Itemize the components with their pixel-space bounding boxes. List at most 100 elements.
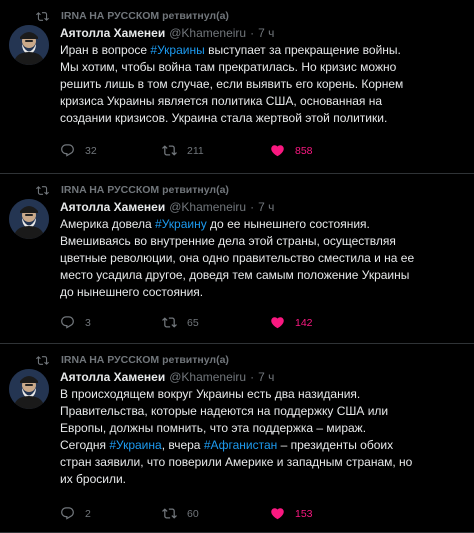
tweet[interactable]: IRNA НА РУССКОМ ретвитнул(а) Аятолла Хаме… bbox=[0, 0, 474, 174]
tweet-text-line: Сегодня #Украина, вчера #Афганистан – пр… bbox=[60, 437, 464, 454]
text-segment: Правительства, которые надеются на подде… bbox=[60, 404, 389, 418]
hashtag-link[interactable]: #Афганистан bbox=[204, 438, 277, 452]
avatar[interactable] bbox=[9, 25, 49, 65]
text-segment: – президенты обоих bbox=[277, 438, 394, 452]
reply-icon bbox=[60, 506, 85, 521]
separator-dot: · bbox=[250, 200, 255, 214]
tweet-text-line: Мы хотим, чтобы война там прекратилась. … bbox=[60, 59, 464, 76]
retweeted-by-label[interactable]: IRNA НА РУССКОМ ретвитнул(а) bbox=[61, 354, 229, 366]
text-segment: выступает за прекращение войны. bbox=[204, 43, 401, 57]
timestamp[interactable]: 7 ч bbox=[258, 370, 274, 384]
tweet-text-line: решить лишь в том случае, если выявить е… bbox=[60, 76, 464, 93]
text-segment: Вмешиваясь во внутренние дела этой стран… bbox=[60, 234, 396, 248]
tweet-text: В происходящем вокруг Украины есть два н… bbox=[60, 386, 464, 488]
avatar[interactable] bbox=[9, 199, 49, 239]
tweet-text: Америка довела #Украину до ее нынешнего … bbox=[60, 216, 464, 301]
hashtag-link[interactable]: #Украину bbox=[155, 217, 207, 231]
retweet-icon bbox=[162, 143, 187, 158]
author-name[interactable]: Аятолла Хаменеи bbox=[60, 370, 165, 384]
retweet-button[interactable]: 211 bbox=[162, 143, 204, 158]
tweet[interactable]: IRNA НА РУССКОМ ретвитнул(а) Аятолла Хаме… bbox=[0, 174, 474, 344]
heart-icon bbox=[270, 315, 295, 330]
tweet-text-line: цветные революции, она одно правительств… bbox=[60, 250, 464, 267]
text-segment: Мы хотим, чтобы война там прекратилась. … bbox=[60, 60, 397, 74]
tweet-text-line: Америка довела #Украину до ее нынешнего … bbox=[60, 216, 464, 233]
text-segment: В происходящем вокруг Украины есть два н… bbox=[60, 387, 361, 401]
tweet-text-line: создании кризисов. Украина стала жертвой… bbox=[60, 110, 464, 127]
text-segment: решить лишь в том случае, если выявить е… bbox=[60, 77, 404, 91]
retweet-count: 65 bbox=[187, 316, 199, 329]
retweet-icon bbox=[36, 10, 61, 23]
retweet-icon bbox=[36, 184, 61, 197]
author-name[interactable]: Аятолла Хаменеи bbox=[60, 26, 165, 40]
reply-count: 32 bbox=[85, 144, 97, 157]
tweet-text-line: Иран в вопросе #Украины выступает за пре… bbox=[60, 42, 464, 59]
text-segment: Сегодня bbox=[60, 438, 110, 452]
tweet-text-line: Правительства, которые надеются на подде… bbox=[60, 403, 464, 420]
tweet-header: Аятолла Хаменеи @Khameneiru · 7 ч bbox=[60, 199, 274, 215]
text-segment: Иран в вопросе bbox=[60, 43, 151, 57]
retweeted-by-label[interactable]: IRNA НА РУССКОМ ретвитнул(а) bbox=[61, 10, 229, 22]
reply-button[interactable]: 32 bbox=[60, 143, 97, 158]
retweet-count: 60 bbox=[187, 507, 199, 520]
tweet-text-line: Вмешиваясь во внутренние дела этой стран… bbox=[60, 233, 464, 250]
retweet-icon bbox=[162, 315, 187, 330]
text-segment: место усадила другое, доведя тем самым п… bbox=[60, 268, 410, 282]
retweet-icon bbox=[36, 354, 61, 367]
like-button[interactable]: 153 bbox=[270, 506, 313, 521]
tweet-text-line: стран заявили, что поверили Америке и за… bbox=[60, 454, 464, 471]
heart-icon bbox=[270, 143, 295, 158]
text-segment: стран заявили, что поверили Америке и за… bbox=[60, 455, 413, 469]
retweet-context[interactable]: IRNA НА РУССКОМ ретвитнул(а) bbox=[36, 8, 229, 24]
avatar[interactable] bbox=[9, 369, 49, 409]
like-button[interactable]: 858 bbox=[270, 143, 313, 158]
hashtag-link[interactable]: #Украины bbox=[150, 43, 204, 57]
reply-count: 3 bbox=[85, 316, 91, 329]
like-count: 858 bbox=[295, 144, 313, 157]
text-segment: Европы, должны помнить, что эта поддержк… bbox=[60, 421, 367, 435]
text-segment: Америка довела bbox=[60, 217, 156, 231]
text-segment: до ее нынешнего состояния. bbox=[206, 217, 370, 231]
retweet-button[interactable]: 60 bbox=[162, 506, 199, 521]
tweet-text-line: их бросили. bbox=[60, 471, 464, 488]
author-name[interactable]: Аятолла Хаменеи bbox=[60, 200, 165, 214]
tweet-header: Аятолла Хаменеи @Khameneiru · 7 ч bbox=[60, 369, 274, 385]
retweet-context[interactable]: IRNA НА РУССКОМ ретвитнул(а) bbox=[36, 352, 229, 368]
retweet-context[interactable]: IRNA НА РУССКОМ ретвитнул(а) bbox=[36, 182, 229, 198]
text-segment: цветные революции, она одно правительств… bbox=[60, 251, 415, 265]
separator-dot: · bbox=[250, 26, 255, 40]
tweet-text-line: до нынешнего состояния. bbox=[60, 284, 464, 301]
retweet-icon bbox=[162, 506, 187, 521]
reply-icon bbox=[60, 315, 85, 330]
retweet-button[interactable]: 65 bbox=[162, 315, 199, 330]
tweet-text-line: В происходящем вокруг Украины есть два н… bbox=[60, 386, 464, 403]
retweeted-by-label[interactable]: IRNA НА РУССКОМ ретвитнул(а) bbox=[61, 184, 229, 196]
author-handle[interactable]: @Khameneiru bbox=[169, 26, 246, 40]
tweet-header: Аятолла Хаменеи @Khameneiru · 7 ч bbox=[60, 25, 274, 41]
text-segment: создании кризисов. Украина стала жертвой… bbox=[60, 111, 388, 125]
retweet-count: 211 bbox=[187, 144, 204, 157]
tweet-text: Иран в вопросе #Украины выступает за пре… bbox=[60, 42, 464, 127]
timestamp[interactable]: 7 ч bbox=[258, 200, 274, 214]
reply-count: 2 bbox=[85, 507, 91, 520]
like-count: 153 bbox=[295, 507, 313, 520]
text-segment: их бросили. bbox=[60, 472, 126, 486]
reply-button[interactable]: 2 bbox=[60, 506, 91, 521]
reply-button[interactable]: 3 bbox=[60, 315, 91, 330]
reply-icon bbox=[60, 143, 85, 158]
like-count: 142 bbox=[295, 316, 313, 329]
tweet-text-line: кризиса Украины является политика США, о… bbox=[60, 93, 464, 110]
text-segment: до нынешнего состояния. bbox=[60, 285, 204, 299]
tweet-text-line: Европы, должны помнить, что эта поддержк… bbox=[60, 420, 464, 437]
tweet[interactable]: IRNA НА РУССКОМ ретвитнул(а) Аятолла Хаме… bbox=[0, 344, 474, 533]
tweet-text-line: место усадила другое, доведя тем самым п… bbox=[60, 267, 464, 284]
text-segment: кризиса Украины является политика США, о… bbox=[60, 94, 382, 108]
author-handle[interactable]: @Khameneiru bbox=[169, 200, 246, 214]
separator-dot: · bbox=[250, 370, 255, 384]
heart-icon bbox=[270, 506, 295, 521]
like-button[interactable]: 142 bbox=[270, 315, 313, 330]
hashtag-link[interactable]: #Украина bbox=[109, 438, 161, 452]
timestamp[interactable]: 7 ч bbox=[258, 26, 274, 40]
text-segment: , вчера bbox=[161, 438, 204, 452]
author-handle[interactable]: @Khameneiru bbox=[169, 370, 246, 384]
